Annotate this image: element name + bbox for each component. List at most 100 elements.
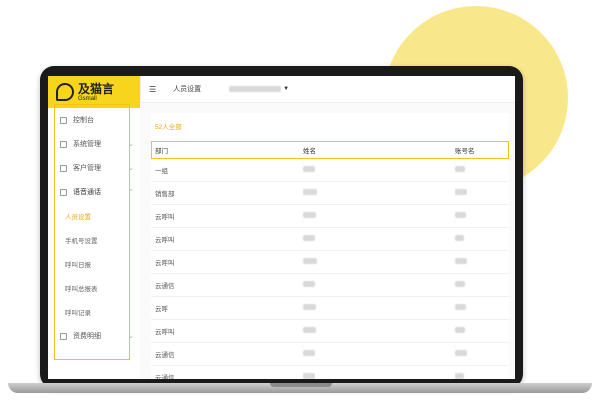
chevron-down-icon: ⌄ (128, 141, 134, 148)
laptop-frame: 及猫言 Gsmall 控制台 系统管理 ⌄ 客户管理 ⌄ 语音通话 ⌃ 人员设置… (40, 66, 523, 388)
cell-department: 云通信 (155, 352, 175, 359)
redacted-account (455, 304, 466, 310)
chevron-up-icon: ⌃ (128, 189, 134, 196)
cell-department: 云呼叫 (155, 214, 175, 221)
sidebar-subitem-total-report[interactable]: 呼叫总报表 (48, 276, 140, 300)
column-header-department: 部门 (155, 148, 168, 155)
chevron-down-icon: ⌄ (128, 165, 134, 172)
cat-logo-icon (56, 83, 74, 101)
table-row[interactable]: 一组 (151, 159, 509, 182)
customer-icon (60, 164, 67, 172)
table-row[interactable]: 云呼叫 (151, 320, 509, 343)
sidebar-item-system[interactable]: 系统管理 ⌄ (48, 132, 140, 156)
redacted-account-name (229, 86, 282, 92)
cell-account-redacted (455, 327, 509, 335)
breadcrumb: 人员设置 (173, 86, 202, 93)
staff-panel: 52人全部 部门 姓名 账号名 一组 销售部 云呼叫 云呼叫 云呼叫 云通信 云呼 云呼叫 云通… (151, 113, 509, 379)
redacted-account (455, 235, 464, 241)
cell-account-redacted (455, 281, 509, 289)
account-dropdown[interactable]: ▼ (229, 86, 289, 92)
sidebar-item-label: 资费明细 (73, 333, 101, 340)
header: ☰ 人员设置 ▼ (140, 76, 515, 103)
cell-department: 云通信 (155, 375, 175, 379)
logo-text: 及猫言 Gsmall (78, 83, 114, 102)
sidebar: 及猫言 Gsmall 控制台 系统管理 ⌄ 客户管理 ⌄ 语音通话 ⌃ 人员设置… (48, 76, 141, 379)
cell-name-redacted (303, 373, 455, 379)
sidebar-item-label: 客户管理 (73, 165, 101, 172)
sidebar-subitem-call-records[interactable]: 呼叫记录 (48, 300, 140, 324)
redacted-name (303, 166, 315, 172)
billing-icon (60, 332, 67, 340)
sidebar-item-voice[interactable]: 语音通话 ⌃ (48, 180, 140, 204)
redacted-name (303, 258, 317, 264)
cell-name-redacted (303, 212, 455, 220)
redacted-account (455, 327, 465, 333)
cell-name-redacted (303, 327, 455, 335)
tab-all-staff[interactable]: 52人全部 (155, 121, 182, 131)
app-screen: 及猫言 Gsmall 控制台 系统管理 ⌄ 客户管理 ⌄ 语音通话 ⌃ 人员设置… (48, 76, 515, 379)
cell-department: 云呼叫 (155, 329, 175, 336)
cell-name-redacted (303, 189, 455, 197)
table-row[interactable]: 云通信 (151, 343, 509, 366)
logo-subtitle: Gsmall (78, 95, 97, 102)
cell-account-redacted (455, 212, 509, 220)
sidebar-subitem-daily-report[interactable]: 呼叫日报 (48, 252, 140, 276)
sidebar-subitem-phone-settings[interactable]: 手机号设置 (48, 228, 140, 252)
redacted-name (303, 373, 315, 379)
chevron-down-icon: ⌄ (128, 333, 134, 340)
cell-department: 一组 (155, 168, 168, 175)
cell-name-redacted (303, 235, 455, 243)
laptop-notch (270, 383, 332, 387)
table-row[interactable]: 云呼 (151, 297, 509, 320)
table-row[interactable]: 云呼叫 (151, 228, 509, 251)
sidebar-item-dashboard[interactable]: 控制台 (48, 108, 140, 132)
redacted-name (303, 350, 315, 356)
logo-title: 及猫言 (78, 81, 115, 96)
cell-account-redacted (455, 258, 509, 266)
redacted-account (455, 258, 467, 264)
cell-account-redacted (455, 189, 509, 197)
sidebar-subitem-staff-settings[interactable]: 人员设置 (48, 204, 140, 228)
sidebar-item-label: 控制台 (73, 117, 94, 124)
cell-department: 云呼 (155, 306, 168, 313)
redacted-account (455, 189, 467, 195)
cell-name-redacted (303, 166, 455, 174)
cell-account-redacted (455, 235, 509, 243)
redacted-account (455, 166, 465, 172)
cell-account-redacted (455, 350, 509, 358)
table-row[interactable]: 云呼叫 (151, 251, 509, 274)
cell-account-redacted (455, 373, 509, 379)
sidebar-menu: 控制台 系统管理 ⌄ 客户管理 ⌄ 语音通话 ⌃ 人员设置 手机号设置 呼叫日报… (48, 108, 140, 348)
menu-collapse-icon[interactable]: ☰ (149, 85, 156, 94)
cell-name-redacted (303, 258, 455, 266)
promo-stage: 及猫言 Gsmall 控制台 系统管理 ⌄ 客户管理 ⌄ 语音通话 ⌃ 人员设置… (0, 0, 600, 400)
cell-name-redacted (303, 350, 455, 358)
table-header: 部门 姓名 账号名 (151, 141, 509, 159)
table-row[interactable]: 云通信 (151, 366, 509, 379)
sidebar-item-label: 语音通话 (73, 189, 101, 196)
table-row[interactable]: 云呼叫 (151, 205, 509, 228)
redacted-account (455, 350, 467, 356)
cell-account-redacted (455, 304, 509, 312)
redacted-name (303, 212, 316, 218)
dashboard-icon (60, 116, 67, 124)
redacted-account (455, 281, 465, 287)
cell-name-redacted (303, 281, 455, 289)
cell-department: 销售部 (155, 191, 175, 198)
column-header-account: 账号名 (455, 148, 475, 155)
voice-icon (60, 188, 67, 196)
main-content: 52人全部 部门 姓名 账号名 一组 销售部 云呼叫 云呼叫 云呼叫 云通信 云呼 云呼叫 云通… (140, 103, 515, 379)
sidebar-item-customers[interactable]: 客户管理 ⌄ (48, 156, 140, 180)
cell-department: 云通信 (155, 283, 175, 290)
table-row[interactable]: 销售部 (151, 182, 509, 205)
cell-department: 云呼叫 (155, 237, 175, 244)
sidebar-item-billing[interactable]: 资费明细 ⌄ (48, 324, 140, 348)
logo[interactable]: 及猫言 Gsmall (48, 76, 140, 108)
chevron-down-icon: ▼ (283, 86, 290, 92)
sidebar-item-label: 系统管理 (73, 141, 101, 148)
redacted-name (303, 304, 316, 310)
column-header-name: 姓名 (303, 148, 316, 155)
cell-department: 云呼叫 (155, 260, 175, 267)
table-row[interactable]: 云通信 (151, 274, 509, 297)
cell-account-redacted (455, 166, 509, 174)
